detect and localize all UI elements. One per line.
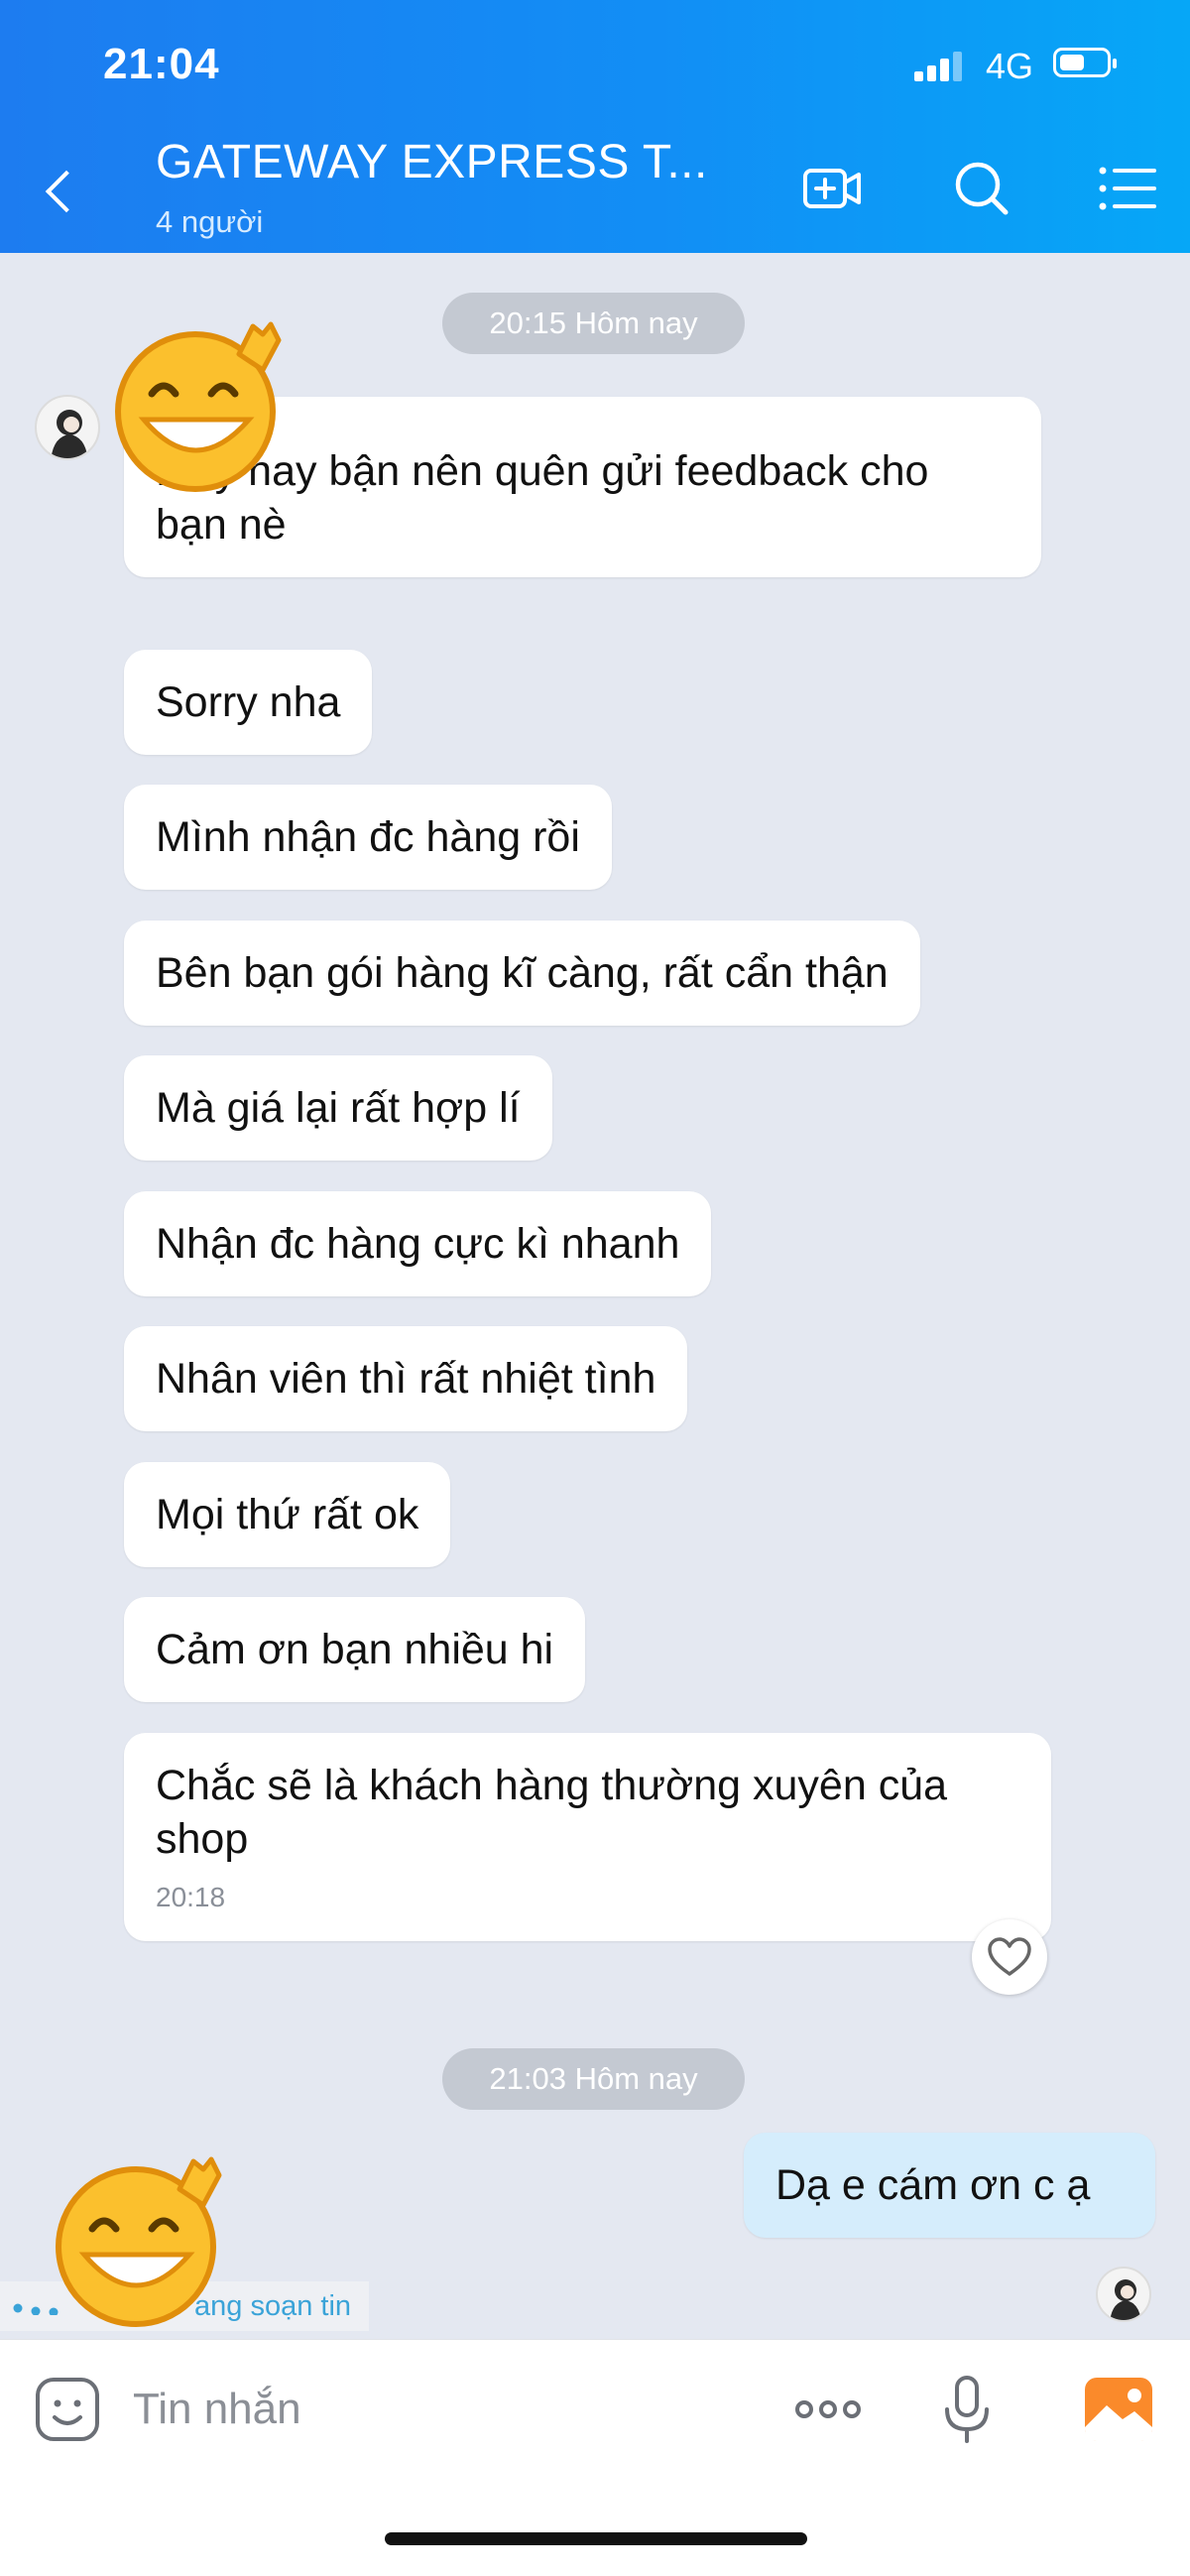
- react-button[interactable]: [972, 1919, 1047, 1995]
- chat-screen: 21:04 4G GATEWAY EXPRESS T... 4 người 20…: [0, 0, 1190, 2576]
- message-bubble[interactable]: Mà giá lại rất hợp lí: [124, 1055, 552, 1161]
- message-time: 20:18: [156, 1882, 226, 1912]
- message-text: Chắc sẽ là khách hàng thường xuyên của s…: [156, 1762, 948, 1863]
- date-separator: 21:03 Hôm nay: [442, 2048, 745, 2110]
- home-indicator[interactable]: [385, 2532, 807, 2545]
- seen-avatar: [1096, 2267, 1151, 2322]
- message-bubble[interactable]: Mọi thứ rất ok: [124, 1462, 451, 1567]
- sticker-icon[interactable]: [28, 2370, 107, 2449]
- message-bubble[interactable]: Chắc sẽ là khách hàng thường xuyên của s…: [124, 1733, 1051, 1941]
- video-call-icon[interactable]: [793, 149, 873, 228]
- message-bubble[interactable]: Nhân viên thì rất nhiệt tình: [124, 1326, 688, 1431]
- network-type: 4G: [986, 46, 1034, 86]
- image-icon[interactable]: [1079, 2370, 1158, 2449]
- menu-icon[interactable]: [1089, 149, 1168, 228]
- status-time: 21:04: [103, 40, 220, 88]
- message-bubble[interactable]: Nhận đc hàng cực kì nhanh: [124, 1191, 712, 1296]
- message-bubble[interactable]: Mình nhận đc hàng rồi: [124, 785, 612, 890]
- message-list[interactable]: 20:15 Hôm nay Mấy nay bận nên quên gửi f…: [0, 253, 1190, 2336]
- laughing-emoji-icon: [115, 321, 282, 492]
- battery-icon: [1053, 48, 1117, 77]
- heart-icon: [988, 1937, 1031, 1976]
- message-input[interactable]: [133, 2378, 728, 2441]
- signal-icon: [914, 52, 964, 81]
- message-bubble[interactable]: Bên bạn gói hàng kĩ càng, rất cẩn thận: [124, 920, 920, 1026]
- outgoing-message[interactable]: Dạ e cám ơn c ạ: [744, 2133, 1155, 2238]
- message-bubble[interactable]: Sorry nha: [124, 650, 373, 755]
- chat-header: 21:04 4G GATEWAY EXPRESS T... 4 người: [0, 0, 1190, 253]
- member-count: 4 người: [156, 204, 264, 239]
- laughing-emoji-icon: [56, 2156, 222, 2327]
- message-bubble[interactable]: Cảm ơn bạn nhiều hi: [124, 1597, 586, 1702]
- sender-avatar[interactable]: [35, 395, 100, 460]
- date-separator: 20:15 Hôm nay: [442, 293, 745, 354]
- more-icon[interactable]: [788, 2370, 868, 2449]
- mic-icon[interactable]: [927, 2370, 1007, 2449]
- search-icon[interactable]: [942, 149, 1021, 228]
- chat-title[interactable]: GATEWAY EXPRESS T...: [156, 135, 708, 189]
- back-icon[interactable]: [32, 149, 91, 228]
